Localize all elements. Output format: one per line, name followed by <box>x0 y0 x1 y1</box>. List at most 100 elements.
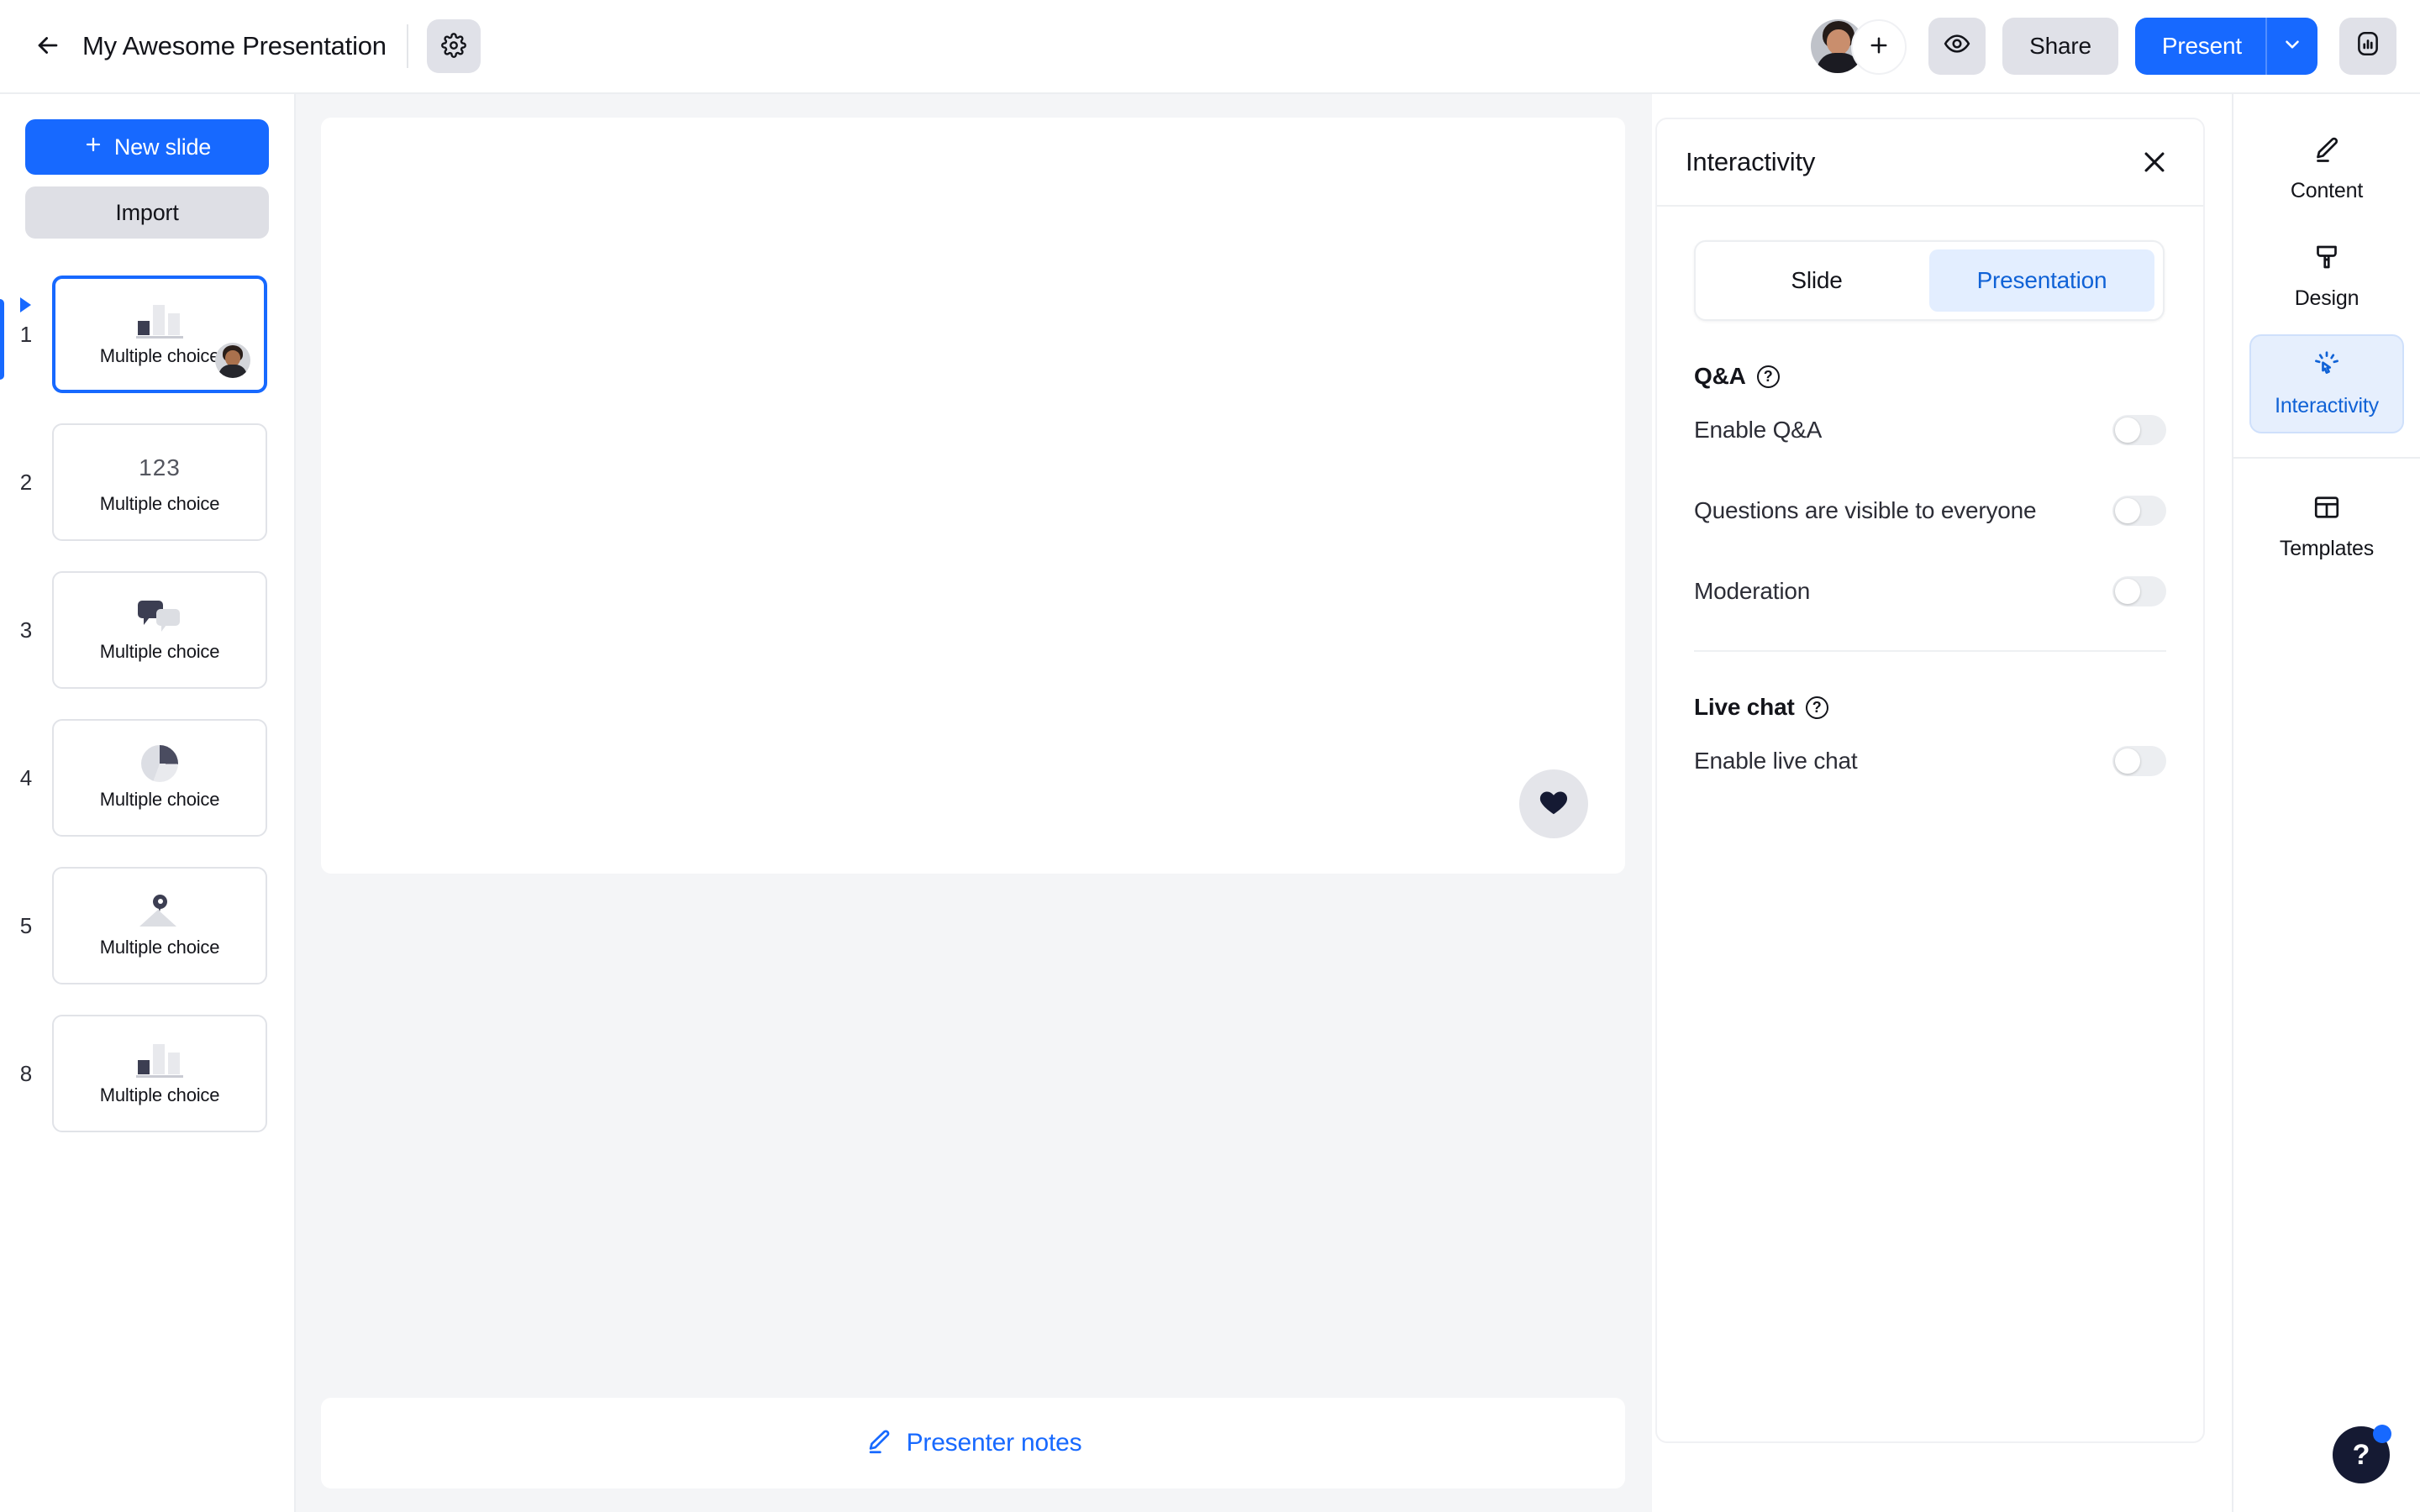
section-divider <box>1694 650 2166 652</box>
plus-icon <box>83 134 103 160</box>
settings-button[interactable] <box>426 19 481 73</box>
collaborators <box>1811 19 1907 75</box>
present-dropdown-button[interactable] <box>2265 18 2317 75</box>
question-mark-icon[interactable]: ? <box>1805 696 1828 719</box>
question-mark-icon[interactable]: ? <box>1756 365 1780 388</box>
tab-presentation[interactable]: Presentation <box>1929 249 2154 312</box>
chevron-down-icon <box>2281 34 2303 60</box>
slide-canvas[interactable] <box>321 118 1625 874</box>
share-button[interactable]: Share <box>2002 18 2118 75</box>
table-grid-icon <box>2312 492 2342 527</box>
close-icon[interactable] <box>2134 142 2175 182</box>
rail-item-label: Content <box>2290 179 2364 202</box>
slide-type-label: Multiple choice <box>99 345 220 366</box>
rail-item-interactivity[interactable]: Interactivity <box>2249 334 2404 433</box>
eye-icon <box>1944 30 1970 63</box>
slide-number: 8 <box>19 1060 33 1086</box>
rail-divider <box>2233 457 2420 459</box>
reaction-heart-button[interactable] <box>1519 769 1588 838</box>
interactivity-panel: Interactivity Slide Presentation Q&A ? E… <box>1655 118 2205 1443</box>
panel-header: Interactivity <box>1657 119 2203 207</box>
toggle-moderation[interactable] <box>2112 576 2166 606</box>
speech-bubbles-icon <box>136 597 183 634</box>
toggle-enable-live-chat[interactable] <box>2112 746 2166 776</box>
present-button[interactable]: Present <box>2135 18 2265 75</box>
panel-body: Slide Presentation Q&A ? Enable Q&A Ques… <box>1657 207 2203 801</box>
slide-number: 1 <box>19 321 33 347</box>
rail-item-label: Interactivity <box>2275 394 2379 417</box>
qa-section-header: Q&A ? <box>1694 363 2166 390</box>
numbers-123-icon: 123 <box>139 454 181 480</box>
slides-list: 1 Multiple choice 2 123 Multiple choice … <box>0 260 294 1147</box>
back-button[interactable] <box>22 20 74 72</box>
help-button[interactable]: ? <box>2333 1425 2391 1483</box>
slide-card: Multiple choice <box>52 719 267 837</box>
pencil-icon <box>865 1427 893 1460</box>
toggle-enable-qa[interactable] <box>2112 415 2166 445</box>
slide-thumbnail-5[interactable]: 5 Multiple choice <box>0 852 294 1000</box>
help-icon: ? <box>2352 1439 2370 1471</box>
pencil-icon <box>2312 134 2342 169</box>
toolbar-actions: Share Present <box>1811 18 2396 75</box>
slide-card: Multiple choice <box>52 571 267 689</box>
slide-type-label: Multiple choice <box>99 937 220 958</box>
presenter-notes-label: Presenter notes <box>906 1429 1082 1457</box>
slide-number: 3 <box>19 617 33 643</box>
editor-canvas-area: Presenter notes <box>296 94 1652 1512</box>
pie-chart-icon <box>141 745 178 782</box>
slide-thumbnail-1[interactable]: 1 Multiple choice <box>0 260 294 408</box>
right-rail: Content Design Interactivity Templates <box>2232 94 2420 1512</box>
presenter-notes-button[interactable]: Presenter notes <box>321 1398 1625 1488</box>
title-divider <box>406 24 408 68</box>
slide-number: 5 <box>19 912 33 938</box>
slide-number: 2 <box>19 469 33 495</box>
add-person-button[interactable] <box>1851 19 1907 75</box>
notification-badge <box>2373 1425 2391 1443</box>
heart-icon <box>1538 786 1570 822</box>
slide-type-label: Multiple choice <box>99 493 220 514</box>
new-slide-label: New slide <box>113 134 212 160</box>
arrow-left-icon <box>34 31 62 62</box>
slide-type-label: Multiple choice <box>99 1084 220 1105</box>
page-title: My Awesome Presentation <box>82 31 387 60</box>
rail-item-label: Templates <box>2279 537 2375 560</box>
rail-item-label: Design <box>2294 286 2360 310</box>
tab-slide[interactable]: Slide <box>1704 249 1929 312</box>
plus-icon <box>1867 34 1891 61</box>
scope-segmented-control: Slide Presentation <box>1694 240 2165 321</box>
rail-item-design[interactable]: Design <box>2249 227 2404 326</box>
slide-type-label: Multiple choice <box>99 789 220 810</box>
slide-thumbnail-4[interactable]: 4 Multiple choice <box>0 704 294 852</box>
click-cursor-icon <box>2312 349 2342 384</box>
rail-item-content[interactable]: Content <box>2249 119 2404 218</box>
slide-thumbnail-3[interactable]: 3 Multiple choice <box>0 556 294 704</box>
new-slide-button[interactable]: New slide <box>25 119 269 175</box>
preview-button[interactable] <box>1928 18 1986 75</box>
row-label: Enable live chat <box>1694 748 1858 774</box>
panel-title: Interactivity <box>1686 147 1816 176</box>
slide-thumbnail-8[interactable]: 8 Multiple choice <box>0 1000 294 1147</box>
bar-chart-icon <box>136 302 183 339</box>
import-button[interactable]: Import <box>25 186 269 239</box>
row-questions-visible: Questions are visible to everyone <box>1694 470 2166 551</box>
slide-number: 4 <box>19 764 33 790</box>
present-button-group: Present <box>2134 18 2317 75</box>
bar-chart-icon <box>2354 29 2382 64</box>
row-enable-qa: Enable Q&A <box>1694 390 2166 470</box>
slide-thumbnail-2[interactable]: 2 123 Multiple choice <box>0 408 294 556</box>
play-triangle-icon <box>20 297 31 312</box>
slide-card: 123 Multiple choice <box>52 423 267 541</box>
slides-sidebar: New slide Import 1 Multiple choice 2 123… <box>0 94 296 1512</box>
row-label: Enable Q&A <box>1694 417 1823 443</box>
active-slide-indicator <box>0 299 4 380</box>
row-label: Moderation <box>1694 578 1811 604</box>
toggle-questions-visible[interactable] <box>2112 496 2166 526</box>
slide-type-label: Multiple choice <box>99 641 220 662</box>
slide-card: Multiple choice <box>52 276 267 393</box>
row-enable-live-chat: Enable live chat <box>1694 721 2166 801</box>
gear-icon <box>440 32 466 60</box>
row-label: Questions are visible to everyone <box>1694 497 2037 523</box>
analytics-button[interactable] <box>2339 18 2396 75</box>
rail-item-templates[interactable]: Templates <box>2249 477 2404 576</box>
slide-card: Multiple choice <box>52 867 267 984</box>
